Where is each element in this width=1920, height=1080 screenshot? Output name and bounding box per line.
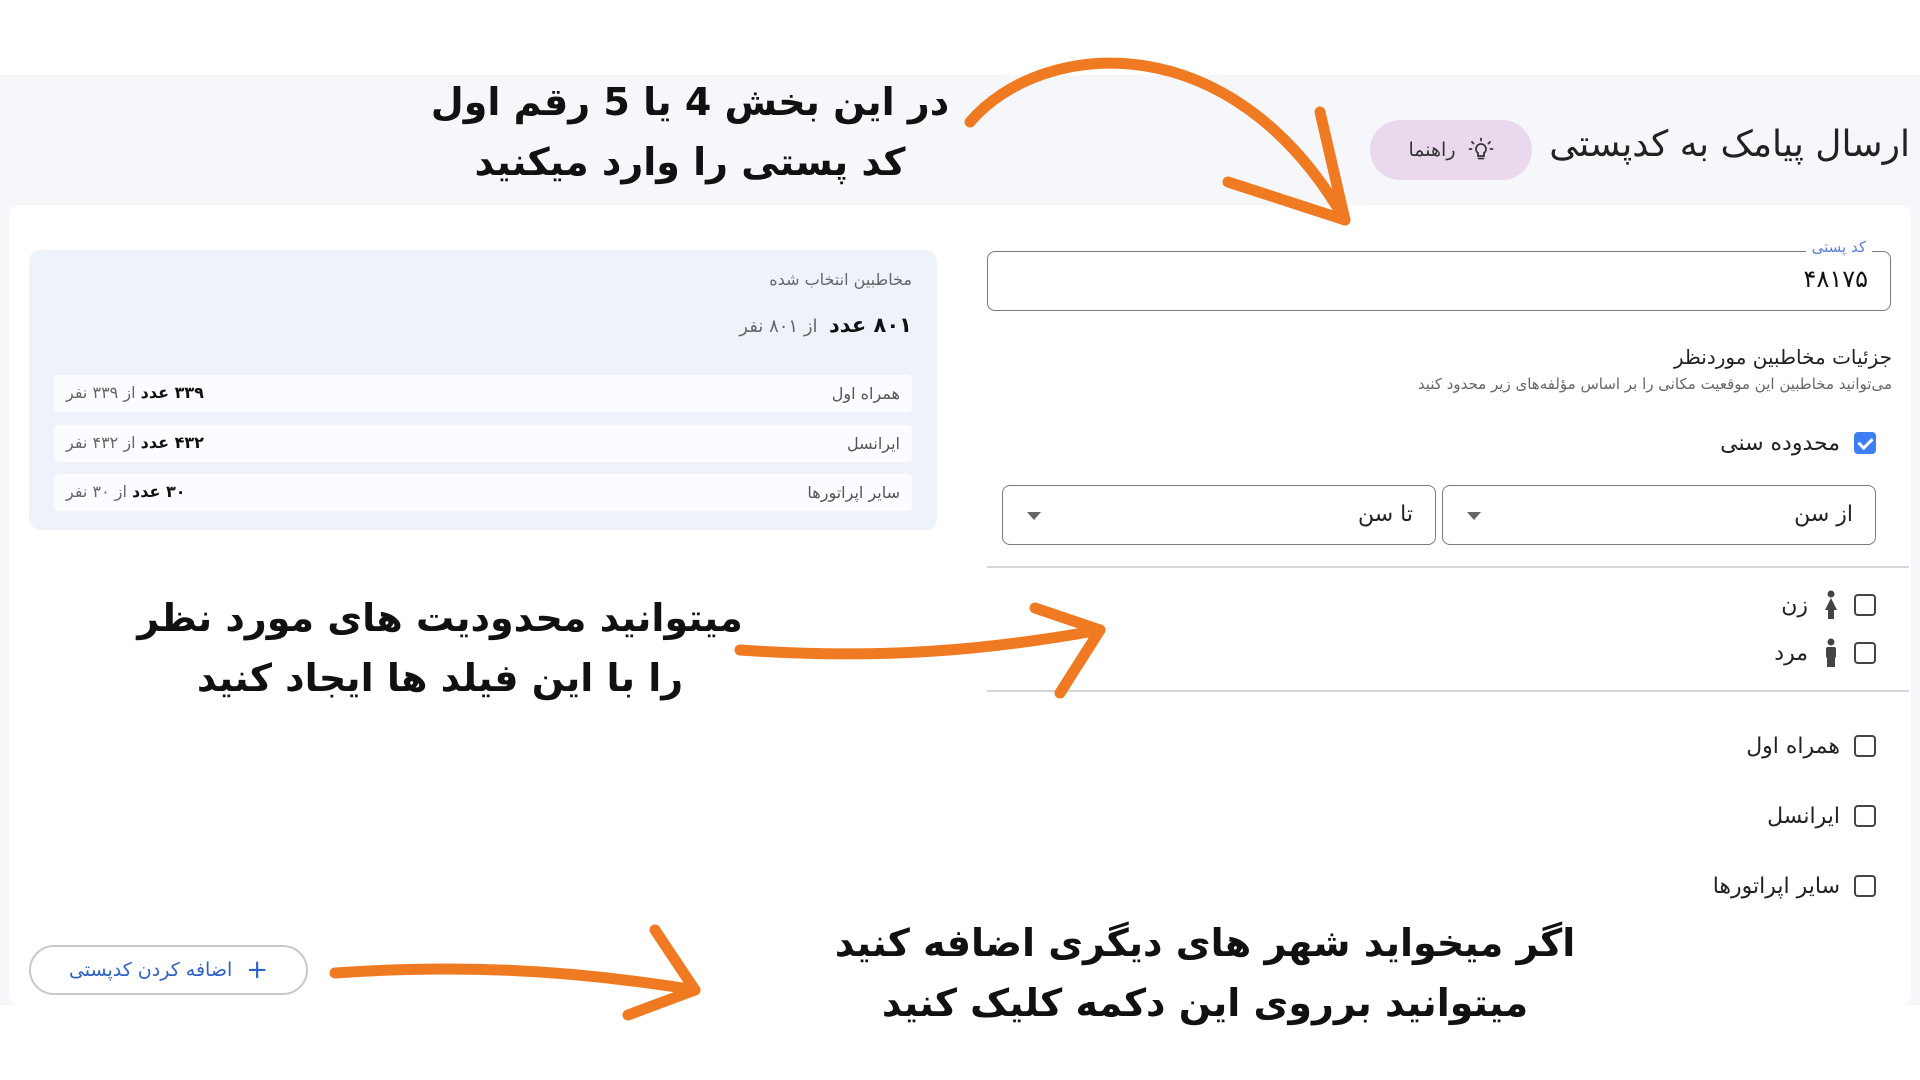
- arrow-top-head: [1222, 106, 1351, 226]
- annotation-arrows: [329, 57, 1351, 1021]
- arrow-bottom-head: [622, 924, 701, 1021]
- arrow-middle-head: [1029, 602, 1106, 699]
- arrow-middle: [734, 624, 1106, 660]
- arrow-bottom: [329, 963, 701, 996]
